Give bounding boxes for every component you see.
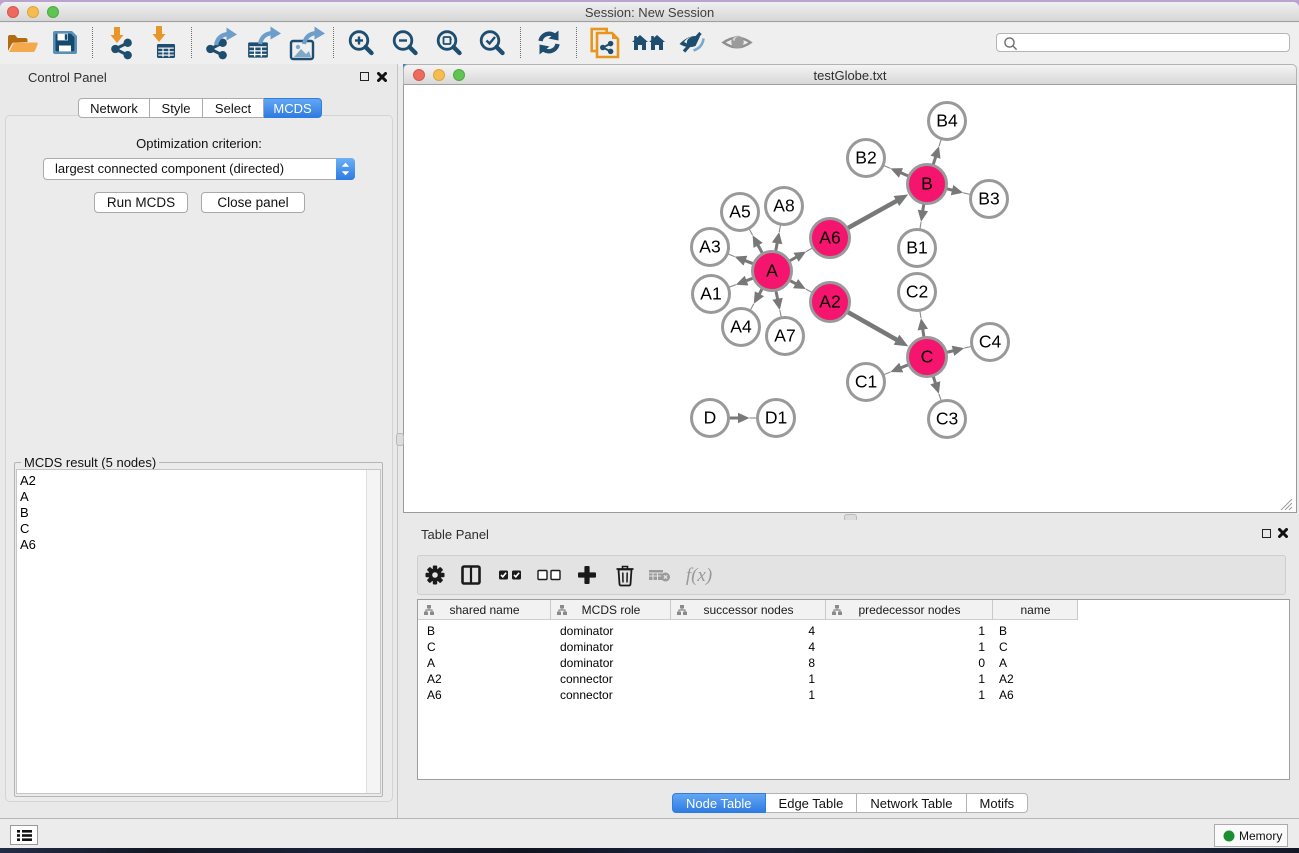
svg-text:C4: C4 bbox=[979, 332, 1002, 352]
svg-text:A1: A1 bbox=[700, 284, 721, 304]
svg-text:B3: B3 bbox=[978, 189, 999, 209]
svg-text:B2: B2 bbox=[855, 148, 876, 168]
svg-text:C2: C2 bbox=[906, 282, 928, 302]
svg-text:A7: A7 bbox=[774, 326, 795, 346]
svg-text:A8: A8 bbox=[773, 196, 794, 216]
svg-text:A4: A4 bbox=[730, 317, 752, 337]
svg-text:C: C bbox=[921, 347, 934, 367]
svg-text:A2: A2 bbox=[819, 292, 840, 312]
svg-text:B: B bbox=[921, 174, 933, 194]
svg-text:B1: B1 bbox=[906, 238, 927, 258]
svg-text:f(x): f(x) bbox=[686, 565, 712, 586]
svg-text:A6: A6 bbox=[819, 228, 840, 248]
svg-text:D1: D1 bbox=[765, 408, 787, 428]
svg-text:D: D bbox=[704, 408, 717, 428]
svg-text:A5: A5 bbox=[729, 202, 750, 222]
svg-text:C1: C1 bbox=[855, 372, 877, 392]
svg-text:B4: B4 bbox=[936, 111, 958, 131]
svg-text:A: A bbox=[766, 261, 778, 281]
svg-text:A3: A3 bbox=[699, 237, 720, 257]
svg-text:C3: C3 bbox=[936, 409, 958, 429]
